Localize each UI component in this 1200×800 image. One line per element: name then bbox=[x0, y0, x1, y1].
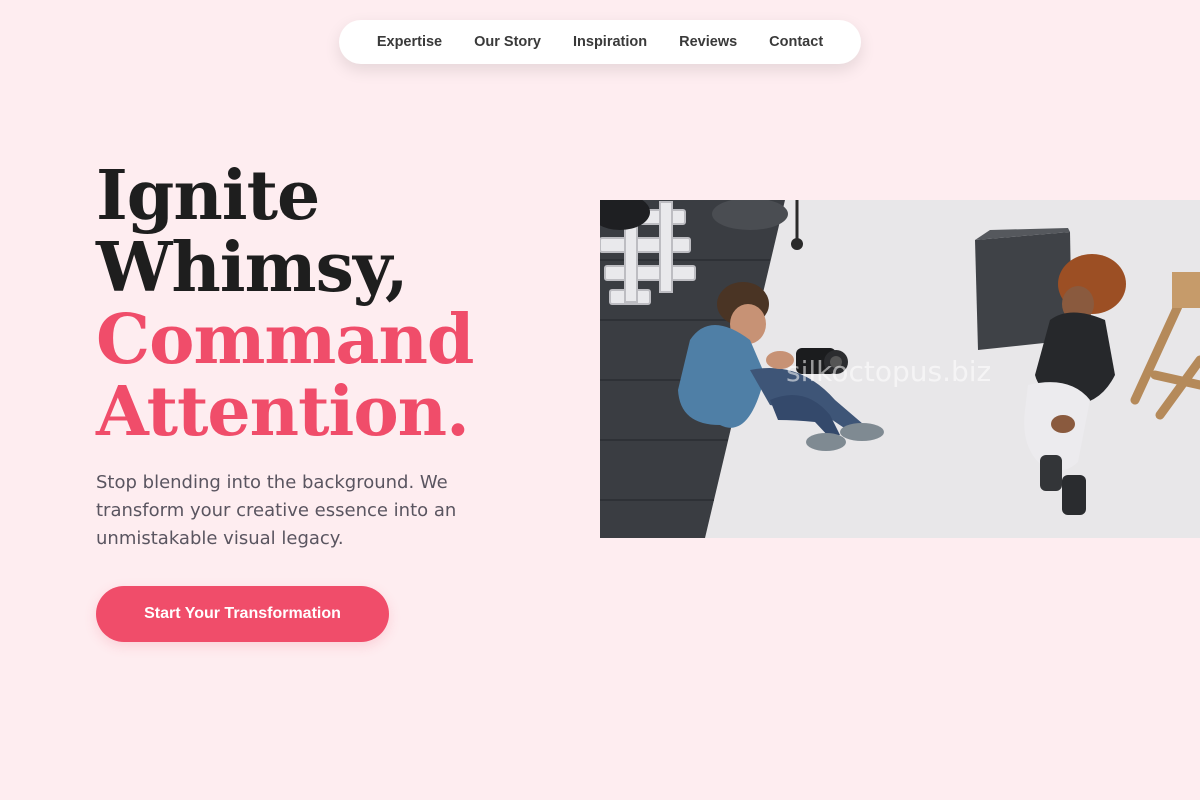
hero-heading-line-3: Command bbox=[96, 300, 474, 380]
hero-heading-line-4: Attention. bbox=[96, 372, 470, 452]
hero-photo: silkoctopus.biz bbox=[600, 200, 1200, 538]
hero-heading-line-1: Ignite bbox=[96, 156, 320, 236]
hero-heading-line-2: Whimsy, bbox=[96, 228, 409, 308]
hero-heading: Ignite Whimsy, Command Attention. bbox=[96, 160, 566, 448]
nav-item-expertise[interactable]: Expertise bbox=[377, 34, 442, 50]
nav-item-contact[interactable]: Contact bbox=[769, 34, 823, 50]
nav-item-inspiration[interactable]: Inspiration bbox=[573, 34, 647, 50]
nav-item-our-story[interactable]: Our Story bbox=[474, 34, 541, 50]
hero-subtitle: Stop blending into the background. We tr… bbox=[96, 472, 457, 549]
top-nav: Expertise Our Story Inspiration Reviews … bbox=[339, 20, 861, 64]
start-transformation-button[interactable]: Start Your Transformation bbox=[96, 586, 389, 642]
nav-item-reviews[interactable]: Reviews bbox=[679, 34, 737, 50]
image-watermark: silkoctopus.biz bbox=[786, 355, 992, 388]
